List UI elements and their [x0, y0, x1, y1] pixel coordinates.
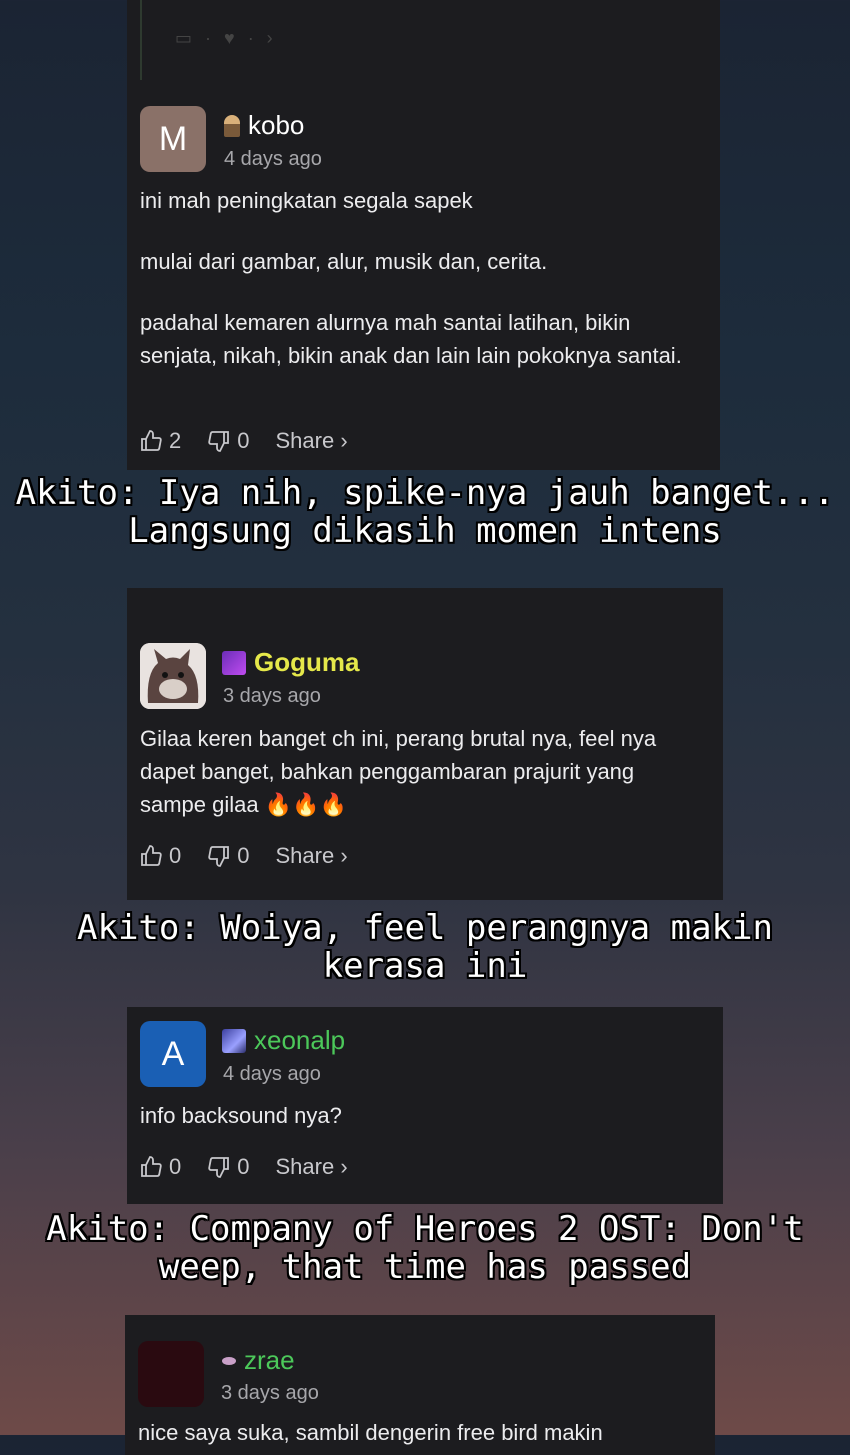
caption-line: weep, that time has passed — [158, 1247, 692, 1287]
dislike-button[interactable]: 0 — [207, 428, 250, 454]
like-button[interactable]: 0 — [139, 1154, 181, 1180]
share-button[interactable]: Share › — [276, 843, 348, 869]
comment-body: nice saya suka, sambil dengerin free bir… — [138, 1420, 603, 1445]
like-button[interactable]: 0 — [139, 843, 181, 869]
thumbs-down-icon — [208, 1157, 230, 1178]
comment-actions: 2 0 Share › — [139, 428, 348, 454]
comment-paragraph: padahal kemaren alurnya mah santai latih… — [140, 310, 682, 368]
comment-body: info backsound nya? — [140, 1099, 700, 1132]
thumbs-down-icon — [208, 431, 230, 452]
avatar[interactable] — [138, 1341, 204, 1407]
share-button[interactable]: Share › — [276, 1154, 348, 1180]
comment-body: Gilaa keren banget ch ini, perang brutal… — [140, 722, 700, 821]
dislike-count: 0 — [237, 843, 250, 868]
reply-thread-line — [140, 0, 142, 80]
timestamp: 4 days ago — [223, 1063, 321, 1085]
share-button[interactable]: Share › — [276, 428, 348, 454]
dislike-count: 0 — [237, 1154, 250, 1179]
small-pink-badge-icon — [222, 1356, 236, 1365]
timestamp: 3 days ago — [221, 1382, 319, 1404]
subtitle-caption: Akito: Woiya, feel perangnya makin keras… — [0, 909, 850, 985]
dislike-count: 0 — [237, 428, 250, 453]
username-row[interactable]: kobo — [224, 110, 304, 141]
like-count: 0 — [169, 1154, 182, 1179]
caption-line: Akito: Company of Heroes 2 OST: Don't — [46, 1209, 804, 1249]
comment-paragraph: Gilaa keren banget ch ini, perang brutal… — [140, 726, 657, 817]
cat-avatar-icon — [140, 643, 206, 709]
purple-dragon-badge-icon — [222, 1028, 246, 1053]
caption-line: kerasa ini — [322, 946, 528, 986]
subtitle-caption: Akito: Iya nih, spike-nya jauh banget...… — [0, 474, 850, 550]
avatar-letter: A — [161, 1034, 185, 1073]
caption-line: Langsung dikasih momen intens — [128, 511, 722, 551]
like-count: 0 — [169, 843, 182, 868]
comment-actions: 0 0 Share › — [139, 843, 348, 869]
username[interactable]: xeonalp — [254, 1025, 345, 1056]
avatar-letter: M — [158, 119, 188, 158]
username[interactable]: kobo — [248, 110, 304, 141]
avatar[interactable]: M — [140, 106, 206, 172]
username-row[interactable]: zrae — [222, 1345, 295, 1376]
timestamp: 3 days ago — [223, 685, 321, 707]
comment-paragraph: ini mah peningkatan segala sapek — [140, 188, 473, 213]
previous-comment-actions: ▭ · ♥ · › — [175, 28, 277, 48]
comment-paragraph: info backsound nya? — [140, 1103, 342, 1128]
comment-paragraph: mulai dari gambar, alur, musik dan, ceri… — [140, 249, 548, 274]
comment-body: ini mah peningkatan segala sapek mulai d… — [140, 184, 705, 372]
caption-line: Akito: Iya nih, spike-nya jauh banget... — [15, 473, 835, 513]
thumbs-up-icon — [141, 845, 162, 866]
comment-actions: 0 0 Share › — [139, 1154, 348, 1180]
username[interactable]: zrae — [244, 1345, 295, 1376]
username[interactable]: Goguma — [254, 647, 359, 678]
thumbs-up-icon — [141, 1156, 162, 1177]
timestamp: 4 days ago — [224, 148, 322, 170]
dislike-button[interactable]: 0 — [207, 843, 250, 869]
thumbs-up-icon — [141, 430, 162, 451]
avatar[interactable]: A — [140, 1021, 206, 1087]
username-row[interactable]: Goguma — [222, 647, 359, 678]
purple-cat-badge-icon — [222, 650, 246, 675]
like-button[interactable]: 2 — [139, 428, 181, 454]
username-row[interactable]: xeonalp — [222, 1025, 345, 1056]
dislike-button[interactable]: 0 — [207, 1154, 250, 1180]
avatar[interactable] — [140, 643, 206, 709]
like-count: 2 — [169, 428, 182, 453]
subtitle-caption: Akito: Company of Heroes 2 OST: Don't we… — [0, 1210, 850, 1286]
thumbs-down-icon — [208, 846, 230, 867]
caption-line: Akito: Woiya, feel perangnya makin — [77, 908, 773, 948]
figure-badge-icon — [224, 114, 240, 137]
